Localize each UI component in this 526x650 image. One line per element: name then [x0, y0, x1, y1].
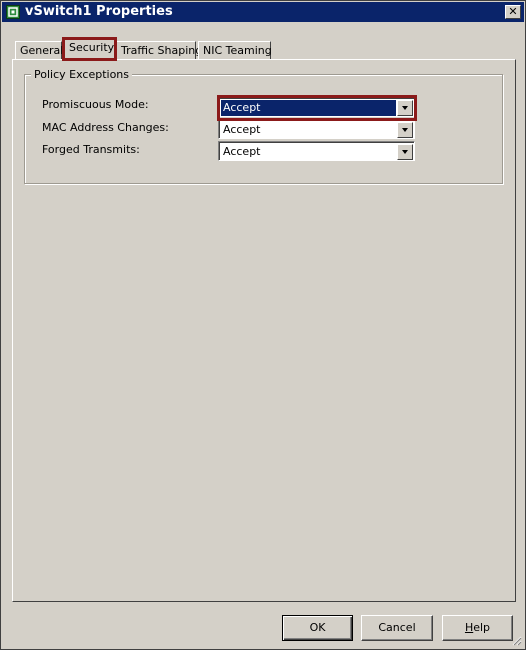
tab-nic-teaming-label: NIC Teaming: [203, 44, 272, 57]
window-title: vSwitch1 Properties: [25, 4, 173, 19]
tab-traffic-shaping-label: Traffic Shaping: [121, 44, 203, 57]
close-icon: ✕: [508, 5, 518, 18]
tab-general-label: General: [20, 44, 64, 57]
title-bar[interactable]: vSwitch1 Properties ✕: [2, 2, 524, 22]
chevron-down-icon: [402, 150, 408, 154]
promiscuous-mode-value: Accept: [221, 100, 396, 116]
properties-dialog: vSwitch1 Properties ✕ General Security T…: [0, 0, 526, 650]
close-button[interactable]: ✕: [505, 5, 521, 19]
tab-security[interactable]: Security: [64, 38, 115, 60]
forged-transmits-dropdown-button[interactable]: [397, 144, 413, 160]
mac-address-changes-label: MAC Address Changes:: [42, 121, 169, 134]
cancel-button-label: Cancel: [378, 621, 416, 634]
forged-transmits-select[interactable]: Accept: [218, 141, 415, 161]
chevron-down-icon: [402, 128, 408, 132]
cancel-button[interactable]: Cancel: [361, 615, 433, 641]
help-button-label-rest: elp: [473, 621, 491, 634]
policy-exceptions-title: Policy Exceptions: [31, 68, 133, 81]
vswitch-app-icon: [6, 5, 20, 19]
tab-traffic-shaping[interactable]: Traffic Shaping: [116, 41, 202, 60]
forged-transmits-label: Forged Transmits:: [42, 143, 140, 156]
help-button-label: Help: [465, 621, 490, 634]
tab-security-label: Security: [69, 41, 115, 54]
help-button[interactable]: Help: [442, 615, 513, 641]
help-button-mnemonic: H: [464, 621, 474, 634]
forged-transmits-value: Accept: [223, 145, 261, 158]
tab-general[interactable]: General: [15, 41, 64, 60]
promiscuous-mode-select[interactable]: Accept: [218, 97, 415, 117]
mac-address-changes-value: Accept: [223, 123, 261, 136]
promiscuous-mode-dropdown-button[interactable]: [397, 100, 413, 116]
mac-address-changes-select[interactable]: Accept: [218, 119, 415, 139]
promiscuous-mode-label: Promiscuous Mode:: [42, 98, 149, 111]
ok-button[interactable]: OK: [282, 615, 353, 641]
mac-address-changes-dropdown-button[interactable]: [397, 122, 413, 138]
chevron-down-icon: [402, 106, 408, 110]
tab-nic-teaming[interactable]: NIC Teaming: [198, 41, 272, 60]
ok-button-label: OK: [309, 621, 326, 634]
resize-grip-icon[interactable]: [512, 636, 522, 646]
